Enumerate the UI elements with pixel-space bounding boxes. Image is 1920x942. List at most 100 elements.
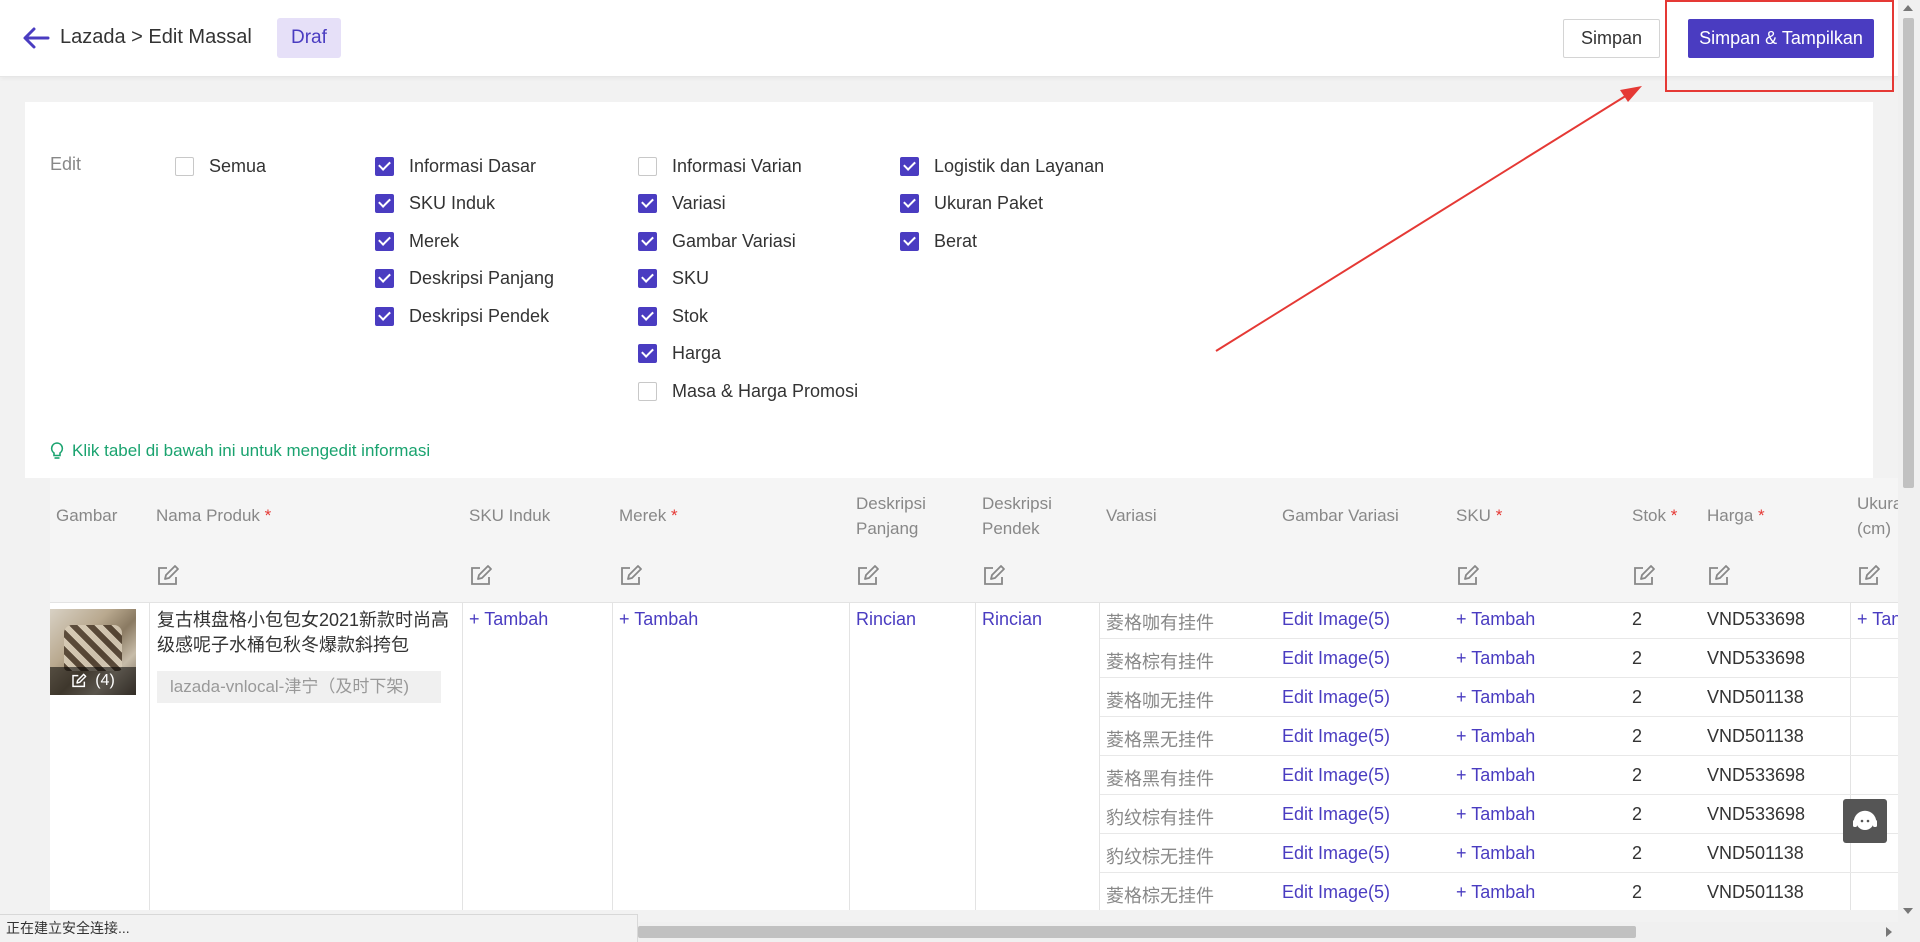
- edit-variant-image-link[interactable]: Edit Image(5): [1282, 726, 1390, 747]
- variant-name[interactable]: 豹纹棕无挂件: [1106, 843, 1214, 869]
- checkbox-gambar-variasi[interactable]: Gambar Variasi: [638, 229, 796, 253]
- variant-name[interactable]: 菱格咖无挂件: [1106, 687, 1214, 713]
- checkbox-checked-icon[interactable]: [900, 156, 919, 176]
- checkbox-informasi-dasar[interactable]: Informasi Dasar: [375, 154, 536, 178]
- variant-name[interactable]: 豹纹棕有挂件: [1106, 804, 1214, 830]
- checkbox-logistik-layanan[interactable]: Logistik dan Layanan: [900, 154, 1104, 178]
- checkbox-checked-icon[interactable]: [375, 268, 394, 288]
- add-merek-link[interactable]: + Tambah: [619, 609, 698, 630]
- variant-stock[interactable]: 2: [1632, 765, 1642, 786]
- add-variant-sku-link[interactable]: + Tambah: [1456, 687, 1535, 708]
- checkbox-checked-icon[interactable]: [638, 193, 657, 213]
- bulk-edit-sku-icon[interactable]: [1456, 564, 1480, 588]
- add-variant-sku-link[interactable]: + Tambah: [1456, 726, 1535, 747]
- checkbox-checked-icon[interactable]: [375, 156, 394, 176]
- checkbox-icon[interactable]: [175, 156, 194, 176]
- bulk-edit-merek-icon[interactable]: [619, 564, 643, 588]
- variant-stock[interactable]: 2: [1632, 687, 1642, 708]
- edit-variant-image-link[interactable]: Edit Image(5): [1282, 843, 1390, 864]
- checkbox-harga[interactable]: Harga: [638, 341, 721, 365]
- checkbox-checked-icon[interactable]: [638, 231, 657, 251]
- bulk-edit-sku-induk-icon[interactable]: [469, 564, 493, 588]
- checkbox-variasi[interactable]: Variasi: [638, 191, 726, 215]
- checkbox-checked-icon[interactable]: [375, 306, 394, 326]
- variant-name[interactable]: 菱格棕无挂件: [1106, 882, 1214, 908]
- checkbox-berat[interactable]: Berat: [900, 229, 977, 253]
- vertical-scrollbar[interactable]: [1898, 0, 1920, 922]
- variant-price[interactable]: VND533698: [1707, 804, 1805, 825]
- variant-stock[interactable]: 2: [1632, 726, 1642, 747]
- edit-variant-image-link[interactable]: Edit Image(5): [1282, 609, 1390, 630]
- variant-price[interactable]: VND501138: [1707, 726, 1804, 747]
- deskripsi-pendek-link[interactable]: Rincian: [982, 609, 1042, 630]
- add-variant-sku-link[interactable]: + Tambah: [1456, 765, 1535, 786]
- checkbox-checked-icon[interactable]: [638, 268, 657, 288]
- variant-name[interactable]: 菱格黑无挂件: [1106, 726, 1214, 752]
- edit-variant-image-link[interactable]: Edit Image(5): [1282, 648, 1390, 669]
- checkbox-sku-induk[interactable]: SKU Induk: [375, 191, 495, 215]
- checkbox-sku[interactable]: SKU: [638, 266, 709, 290]
- checkbox-checked-icon[interactable]: [900, 231, 919, 251]
- checkbox-semua[interactable]: Semua: [175, 154, 266, 178]
- checkbox-stok[interactable]: Stok: [638, 304, 708, 328]
- variant-stock[interactable]: 2: [1632, 648, 1642, 669]
- variant-stock[interactable]: 2: [1632, 609, 1642, 630]
- edit-variant-image-link[interactable]: Edit Image(5): [1282, 687, 1390, 708]
- product-name[interactable]: 复古棋盘格小包包女2021新款时尚高级感呢子水桶包秋冬爆款斜挎包: [157, 608, 457, 658]
- add-variant-sku-link[interactable]: + Tambah: [1456, 882, 1535, 903]
- deskripsi-panjang-link[interactable]: Rincian: [856, 609, 916, 630]
- edit-variant-image-link[interactable]: Edit Image(5): [1282, 765, 1390, 786]
- checkbox-checked-icon[interactable]: [375, 193, 394, 213]
- customer-support-button[interactable]: [1843, 799, 1887, 843]
- checkbox-deskripsi-pendek[interactable]: Deskripsi Pendek: [375, 304, 549, 328]
- bulk-edit-deskripsi-pendek-icon[interactable]: [982, 564, 1006, 588]
- bulk-edit-harga-icon[interactable]: [1707, 564, 1731, 588]
- add-ukuran-link[interactable]: + Tan: [1857, 609, 1898, 630]
- checkbox-checked-icon[interactable]: [638, 343, 657, 363]
- add-variant-sku-link[interactable]: + Tambah: [1456, 609, 1535, 630]
- checkbox-informasi-varian[interactable]: Informasi Varian: [638, 154, 802, 178]
- bulk-edit-ukuran-icon[interactable]: [1857, 564, 1881, 588]
- scrollbar-thumb[interactable]: [638, 926, 1636, 938]
- variant-price[interactable]: VND501138: [1707, 882, 1804, 903]
- bulk-edit-nama-produk-icon[interactable]: [156, 564, 180, 588]
- edit-variant-image-link[interactable]: Edit Image(5): [1282, 804, 1390, 825]
- variant-price[interactable]: VND533698: [1707, 609, 1805, 630]
- checkbox-checked-icon[interactable]: [375, 231, 394, 251]
- scroll-up-arrow-icon[interactable]: [1903, 5, 1913, 11]
- bulk-edit-stok-icon[interactable]: [1632, 564, 1656, 588]
- scroll-down-arrow-icon[interactable]: [1903, 908, 1913, 914]
- edit-image-icon[interactable]: [71, 673, 87, 689]
- variant-price[interactable]: VND501138: [1707, 687, 1804, 708]
- variant-stock[interactable]: 2: [1632, 882, 1642, 903]
- checkbox-icon[interactable]: [638, 156, 657, 176]
- add-variant-sku-link[interactable]: + Tambah: [1456, 843, 1535, 864]
- checkbox-checked-icon[interactable]: [900, 193, 919, 213]
- edit-variant-image-link[interactable]: Edit Image(5): [1282, 882, 1390, 903]
- variant-stock[interactable]: 2: [1632, 843, 1642, 864]
- checkbox-ukuran-paket[interactable]: Ukuran Paket: [900, 191, 1043, 215]
- add-variant-sku-link[interactable]: + Tambah: [1456, 804, 1535, 825]
- variant-stock[interactable]: 2: [1632, 804, 1642, 825]
- back-arrow-icon[interactable]: [22, 26, 50, 50]
- bulk-edit-deskripsi-panjang-icon[interactable]: [856, 564, 880, 588]
- variant-price[interactable]: VND501138: [1707, 843, 1804, 864]
- image-edit-overlay[interactable]: (4): [50, 667, 136, 695]
- add-variant-sku-link[interactable]: + Tambah: [1456, 648, 1535, 669]
- checkbox-deskripsi-panjang[interactable]: Deskripsi Panjang: [375, 266, 554, 290]
- product-thumbnail[interactable]: (4): [50, 609, 136, 695]
- variant-price[interactable]: VND533698: [1707, 765, 1805, 786]
- variant-name[interactable]: 菱格咖有挂件: [1106, 609, 1214, 635]
- save-button[interactable]: Simpan: [1563, 19, 1660, 58]
- scrollbar-thumb[interactable]: [1903, 18, 1914, 488]
- checkbox-icon[interactable]: [638, 381, 657, 401]
- variant-price[interactable]: VND533698: [1707, 648, 1805, 669]
- checkbox-masa-harga-promosi[interactable]: Masa & Harga Promosi: [638, 379, 858, 403]
- variant-name[interactable]: 菱格棕有挂件: [1106, 648, 1214, 674]
- variant-name[interactable]: 菱格黑有挂件: [1106, 765, 1214, 791]
- checkbox-merek[interactable]: Merek: [375, 229, 459, 253]
- save-and-publish-button[interactable]: Simpan & Tampilkan: [1688, 19, 1874, 58]
- checkbox-checked-icon[interactable]: [638, 306, 657, 326]
- scroll-right-arrow-icon[interactable]: [1886, 927, 1892, 937]
- add-sku-induk-link[interactable]: + Tambah: [469, 609, 548, 630]
